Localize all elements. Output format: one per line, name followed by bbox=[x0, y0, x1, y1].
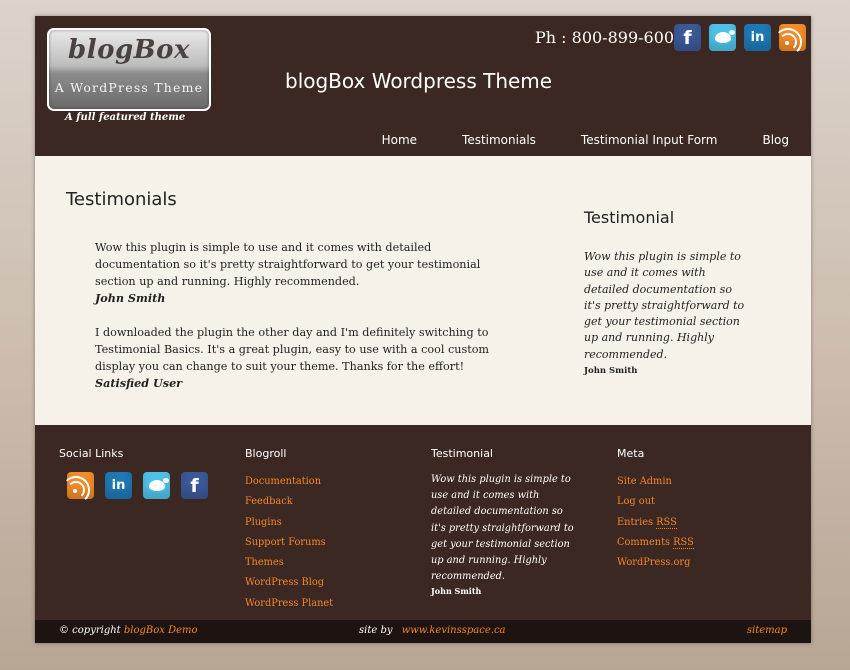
site-by-prefix: site by bbox=[359, 625, 393, 636]
blogroll-link-themes[interactable]: Themes bbox=[245, 553, 415, 573]
copyright-link[interactable]: blogBox Demo bbox=[124, 625, 198, 636]
copyright: © copyright blogBox Demo bbox=[59, 625, 198, 636]
rss-abbr: RSS bbox=[673, 536, 694, 549]
meta-link-log-out[interactable]: Log out bbox=[617, 492, 787, 512]
header-social-links: f in bbox=[674, 24, 806, 56]
meta-link-wordpress-org[interactable]: WordPress.org bbox=[617, 553, 787, 573]
sidebar-heading: Testimonial bbox=[584, 208, 675, 227]
blogroll-link-support-forums[interactable]: Support Forums bbox=[245, 533, 415, 553]
rss-icon[interactable] bbox=[774, 24, 806, 56]
blogroll-link-wordpress-planet[interactable]: WordPress Planet bbox=[245, 594, 415, 614]
facebook-icon[interactable]: f bbox=[181, 472, 208, 499]
nav-item-testimonial-input-form[interactable]: Testimonial Input Form bbox=[581, 133, 718, 147]
footer-heading: Testimonial bbox=[431, 447, 493, 460]
page-title: Testimonials bbox=[66, 189, 177, 210]
testimonial-text: Wow this plugin is simple to use and it … bbox=[95, 241, 481, 288]
blogroll-link-wordpress-blog[interactable]: WordPress Blog bbox=[245, 573, 415, 593]
testimonial-author: Satisfied User bbox=[95, 376, 183, 390]
rss-icon[interactable] bbox=[62, 472, 94, 504]
site-by-link[interactable]: www.kevinsspace.ca bbox=[402, 625, 506, 636]
meta-link-comments-rss[interactable]: Comments RSS bbox=[617, 533, 787, 553]
meta-link-entries-rss[interactable]: Entries RSS bbox=[617, 513, 787, 533]
sitemap-link[interactable]: sitemap bbox=[747, 625, 787, 636]
site-title[interactable]: blogBox Wordpress Theme bbox=[285, 69, 552, 93]
sidebar-testimonial-author: John Smith bbox=[584, 366, 638, 376]
twitter-icon[interactable] bbox=[143, 472, 170, 499]
site-by: site by www.kevinsspace.ca bbox=[359, 625, 506, 636]
blogroll-link-documentation[interactable]: Documentation bbox=[245, 472, 415, 492]
testimonial-item: Wow this plugin is simple to use and it … bbox=[95, 239, 515, 307]
nav-item-testimonials[interactable]: Testimonials bbox=[462, 133, 536, 147]
footer-heading: Blogroll bbox=[245, 447, 287, 460]
blogroll-link-feedback[interactable]: Feedback bbox=[245, 492, 415, 512]
copyright-prefix: © copyright bbox=[59, 625, 121, 636]
testimonial-text: I downloaded the plugin the other day an… bbox=[95, 326, 490, 373]
footer-social-column: Social Links in f bbox=[59, 447, 229, 504]
linkedin-icon[interactable]: in bbox=[744, 24, 771, 51]
content-area: Testimonials Wow this plugin is simple t… bbox=[35, 156, 811, 425]
linkedin-icon[interactable]: in bbox=[105, 472, 132, 499]
footer-testimonial-column: Testimonial Wow this plugin is simple to… bbox=[431, 447, 601, 596]
bottom-bar: © copyright blogBox Demo site by www.kev… bbox=[35, 620, 811, 643]
footer-heading: Meta bbox=[617, 447, 645, 460]
rss-abbr: RSS bbox=[656, 516, 677, 529]
page-container: blogBox A WordPress Theme A full feature… bbox=[35, 16, 811, 643]
phone-number: Ph : 800-899-6000 bbox=[535, 28, 685, 47]
logo[interactable]: blogBox A WordPress Theme bbox=[47, 28, 211, 111]
main-nav: Home Testimonials Testimonial Input Form… bbox=[382, 133, 789, 147]
logo-title: blogBox bbox=[68, 35, 190, 65]
meta-link-comments-label: Comments bbox=[617, 536, 674, 548]
footer-heading: Social Links bbox=[59, 447, 124, 460]
footer-testimonial-text: Wow this plugin is simple to use and it … bbox=[431, 474, 574, 583]
footer-blogroll-column: Blogroll Documentation Feedback Plugins … bbox=[245, 447, 415, 614]
footer-meta-column: Meta Site Admin Log out Entries RSS Comm… bbox=[617, 447, 787, 573]
facebook-icon[interactable]: f bbox=[674, 24, 701, 51]
footer-social-icons: in f bbox=[62, 472, 229, 504]
footer-testimonial-author: John Smith bbox=[431, 586, 482, 597]
nav-item-blog[interactable]: Blog bbox=[762, 133, 789, 147]
nav-item-home[interactable]: Home bbox=[382, 133, 417, 147]
tagline: A full featured theme bbox=[65, 112, 186, 123]
meta-link-site-admin[interactable]: Site Admin bbox=[617, 472, 787, 492]
blogroll-link-plugins[interactable]: Plugins bbox=[245, 513, 415, 533]
twitter-icon[interactable] bbox=[709, 24, 736, 51]
logo-subtitle: A WordPress Theme bbox=[54, 80, 204, 95]
sidebar-testimonial-text: Wow this plugin is simple to use and it … bbox=[584, 250, 745, 361]
testimonial-author: John Smith bbox=[95, 291, 166, 305]
meta-link-entries-label: Entries bbox=[617, 516, 657, 528]
testimonial-item: I downloaded the plugin the other day an… bbox=[95, 324, 515, 392]
